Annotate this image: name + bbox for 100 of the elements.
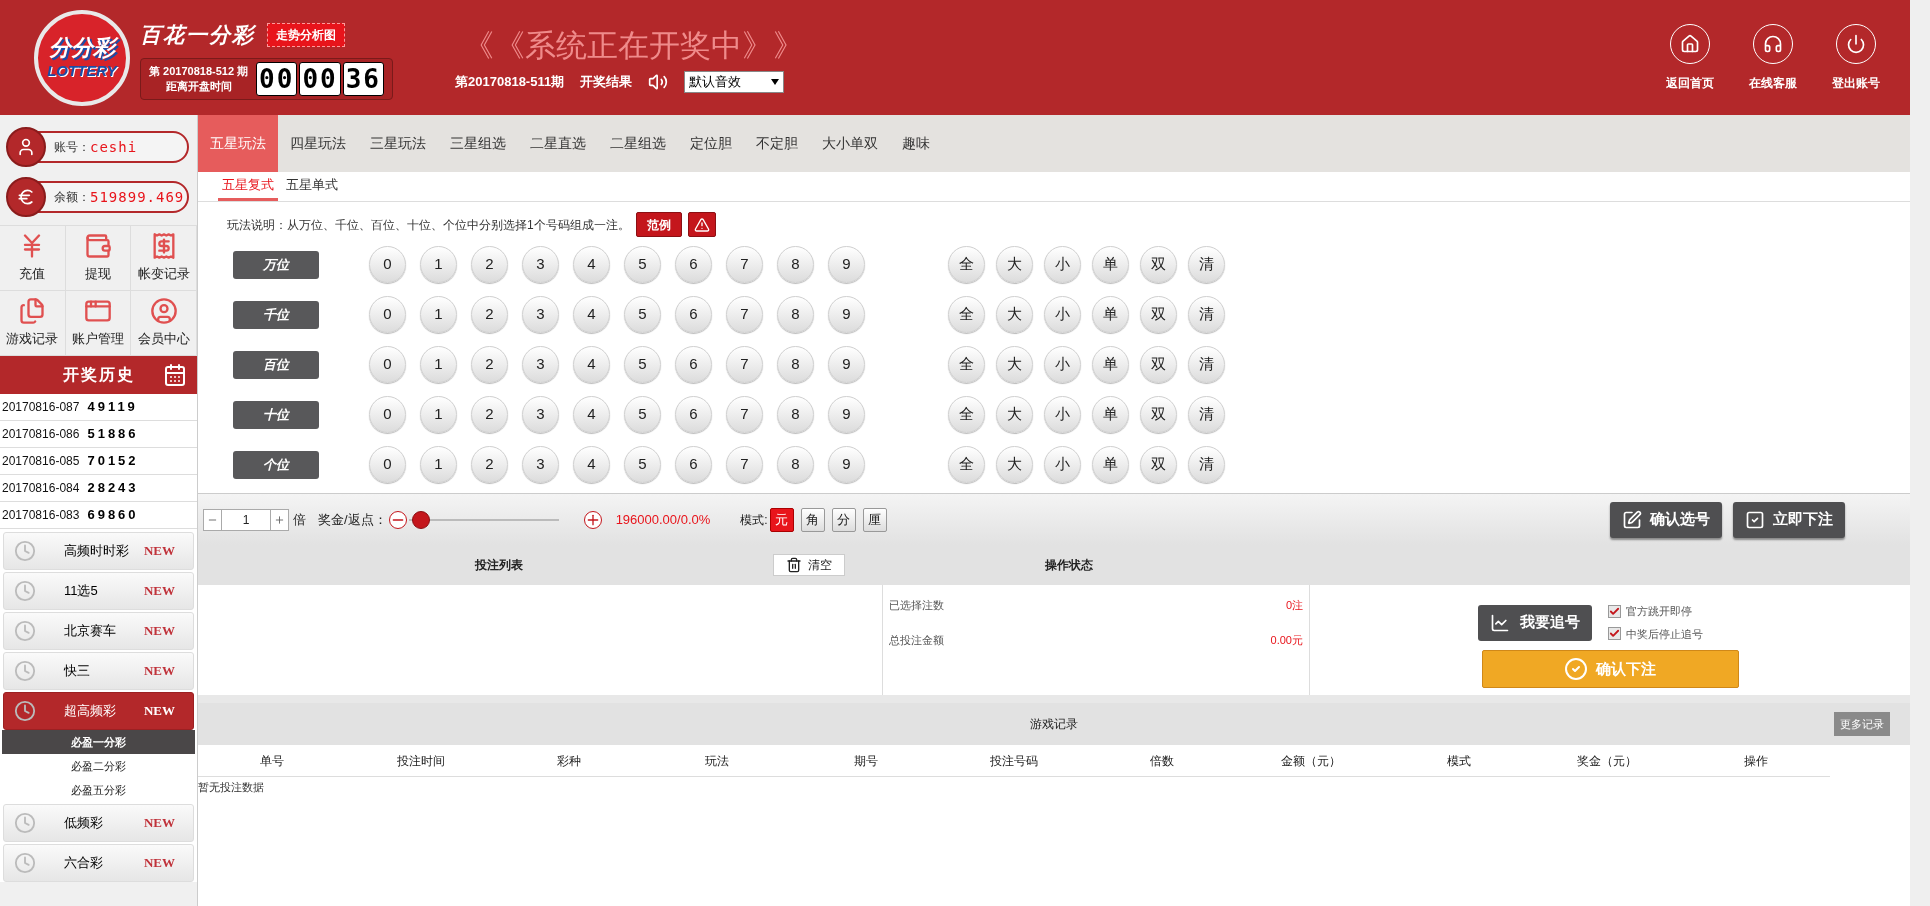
shortcut-button[interactable]: 提现 — [65, 226, 132, 291]
play-tab[interactable]: 三星玩法 — [358, 115, 438, 172]
mode-button[interactable]: 元 — [769, 507, 794, 532]
quick-select-button[interactable]: 全 — [948, 346, 985, 383]
new-label: NEW — [143, 702, 175, 721]
mode-button[interactable]: 厘 — [862, 507, 887, 532]
history-period: 20170816-085 — [2, 453, 80, 470]
column-header: 倍数 — [1149, 752, 1176, 770]
pill-value: 519899.469 — [90, 187, 185, 207]
checkbox[interactable] — [1607, 627, 1621, 641]
history-period: 20170816-087 — [2, 399, 80, 416]
quick-select-button[interactable]: 小 — [1044, 396, 1081, 433]
pill-label: 余额： — [54, 189, 90, 206]
column-header: 操作 — [1742, 752, 1769, 770]
shortcut-button[interactable]: 帐变记录 — [131, 226, 197, 291]
quick-select-button[interactable]: 小 — [1044, 346, 1081, 383]
quick-select-button[interactable]: 大 — [996, 396, 1033, 433]
home-icon — [1680, 33, 1700, 54]
quick-select-button[interactable]: 双 — [1140, 446, 1177, 483]
new-label: NEW — [143, 542, 175, 561]
confirm-selection-button[interactable]: 确认选号 — [1610, 501, 1722, 538]
position-label: 十位 — [233, 400, 319, 429]
quick-select-button[interactable]: 清 — [1188, 346, 1225, 383]
pill-value: ceshi — [90, 137, 138, 157]
quick-select-button[interactable]: 小 — [1044, 296, 1081, 333]
history-numbers: 70152 — [87, 452, 139, 471]
play-tab[interactable]: 二星直选 — [518, 115, 598, 172]
quick-select-button[interactable]: 全 — [948, 446, 985, 483]
quick-select-button[interactable]: 单 — [1092, 246, 1129, 283]
quick-select-button[interactable]: 双 — [1140, 396, 1177, 433]
speaker-icon[interactable] — [648, 72, 669, 92]
rebate-slider[interactable] — [408, 509, 559, 530]
quick-select-button[interactable]: 清 — [1188, 446, 1225, 483]
records-title: 游戏记录 — [1030, 716, 1078, 733]
quick-select-button[interactable]: 全 — [948, 246, 985, 283]
decrease-icon[interactable] — [388, 510, 407, 529]
option-label: 官方跳开即停 — [1625, 604, 1692, 619]
play-tab[interactable]: 大小单双 — [810, 115, 890, 172]
lottery-menu-item[interactable]: 北京赛车 NEW — [3, 612, 194, 650]
place-bet-button[interactable]: 立即下注 — [1733, 501, 1845, 538]
quick-select-button[interactable]: 大 — [996, 346, 1033, 383]
sub-tab[interactable]: 五星复式 — [218, 172, 278, 201]
position-label: 个位 — [233, 450, 319, 479]
calendar-icon[interactable] — [163, 363, 187, 387]
clock-icon — [14, 700, 36, 722]
checkbox[interactable] — [1607, 604, 1621, 618]
quick-select-button[interactable]: 双 — [1140, 246, 1177, 283]
lottery-menu-item[interactable]: 超高频彩 NEW — [3, 692, 194, 730]
play-tab[interactable]: 趣味 — [890, 115, 942, 172]
lottery-menu-item[interactable]: 六合彩 NEW — [3, 844, 194, 882]
option-label: 中奖后停止追号 — [1625, 626, 1703, 642]
quick-select-button[interactable]: 全 — [948, 296, 985, 333]
quick-select-button[interactable]: 大 — [996, 246, 1033, 283]
example-button[interactable]: 范例 — [635, 212, 682, 237]
quick-select-button[interactable]: 单 — [1092, 396, 1129, 433]
quick-select-button[interactable]: 大 — [996, 446, 1033, 483]
quick-select-button[interactable]: 小 — [1044, 446, 1081, 483]
play-tab[interactable]: 四星玩法 — [278, 115, 358, 172]
quick-select-button[interactable]: 大 — [996, 296, 1033, 333]
lottery-menu-item[interactable]: 快三 NEW — [3, 652, 194, 690]
sub-tab[interactable]: 五星单式 — [282, 172, 342, 201]
play-tab[interactable]: 不定胆 — [744, 115, 810, 172]
quick-select-button[interactable]: 单 — [1092, 296, 1129, 333]
increase-icon[interactable] — [583, 510, 602, 529]
play-tab[interactable]: 二星组选 — [598, 115, 678, 172]
lottery-menu-item[interactable]: 高频时时彩 NEW — [3, 532, 194, 570]
quick-select-button[interactable]: 清 — [1188, 396, 1225, 433]
column-header: 模式 — [1446, 752, 1473, 770]
play-instructions: 玩法说明：从万位、千位、百位、十位、个位中分别选择1个号码组成一注。 — [227, 216, 630, 234]
quick-select-button[interactable]: 全 — [948, 396, 985, 433]
quick-select-button[interactable]: 清 — [1188, 246, 1225, 283]
quick-select-button[interactable]: 双 — [1140, 296, 1177, 333]
clock-icon — [14, 660, 36, 682]
result-label: 开奖结果 — [580, 73, 633, 92]
user-icon — [149, 297, 178, 326]
warning-button[interactable] — [687, 212, 716, 237]
mode-button[interactable]: 角 — [800, 507, 825, 532]
quick-select-button[interactable]: 小 — [1044, 246, 1081, 283]
play-tab[interactable]: 定位胆 — [678, 115, 744, 172]
play-tab[interactable]: 三星组选 — [438, 115, 518, 172]
sound-select[interactable]: 默认音效 — [684, 71, 785, 93]
slider-thumb[interactable] — [411, 510, 430, 529]
dropdown-caret-icon — [771, 79, 780, 85]
header-nav-link[interactable]: 返回首页 — [1666, 23, 1714, 92]
chase-number-button[interactable]: 我要追号 — [1477, 604, 1592, 641]
submenu-item[interactable]: 必盈一分彩 — [2, 730, 195, 754]
timer-digits: 00 — [299, 62, 341, 97]
header-nav-link[interactable]: 在线客服 — [1749, 23, 1797, 92]
quick-select-button[interactable]: 单 — [1092, 446, 1129, 483]
quick-select-button[interactable]: 清 — [1188, 296, 1225, 333]
mode-button[interactable]: 分 — [831, 507, 856, 532]
trend-chart-button[interactable]: 走势分析图 — [267, 22, 345, 47]
clear-button[interactable]: 清空 — [773, 554, 845, 576]
quick-select-button[interactable]: 双 — [1140, 346, 1177, 383]
lottery-menu-item[interactable]: 低频彩 NEW — [3, 804, 194, 842]
clock-icon — [14, 852, 36, 874]
quick-select-button[interactable]: 单 — [1092, 346, 1129, 383]
header-nav-link[interactable]: 登出账号 — [1832, 23, 1880, 92]
lottery-menu-item[interactable]: 11选5 NEW — [3, 572, 194, 610]
shortcut-button[interactable]: 充值 — [0, 226, 66, 291]
